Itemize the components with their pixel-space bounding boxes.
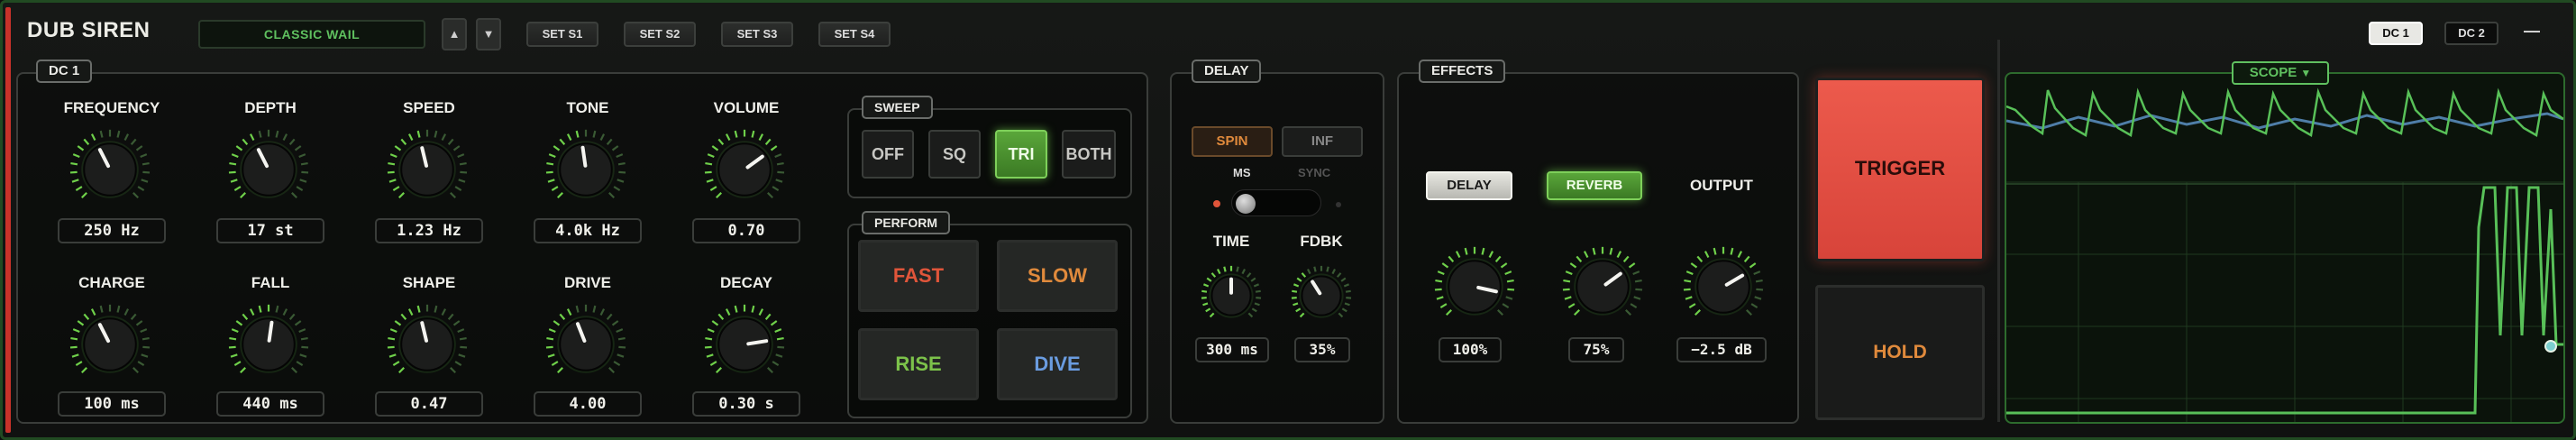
sweep-tab: SWEEP bbox=[862, 96, 933, 119]
sweep-both-button[interactable]: BOTH bbox=[1062, 130, 1116, 179]
fdbk-value: 35% bbox=[1294, 337, 1350, 362]
fdbk-label: FDBK bbox=[1300, 233, 1343, 250]
set-s2-button[interactable]: SET S2 bbox=[624, 22, 696, 47]
ms-label: MS bbox=[1233, 166, 1251, 179]
decay-knob[interactable] bbox=[701, 301, 788, 392]
fdbk-knob[interactable] bbox=[1289, 263, 1354, 333]
trigger-button[interactable]: TRIGGER bbox=[1815, 78, 1985, 261]
drive-knob[interactable] bbox=[543, 301, 629, 392]
fall-knob[interactable] bbox=[225, 301, 312, 392]
frequency-knob[interactable] bbox=[67, 126, 153, 217]
charge-knob[interactable] bbox=[67, 301, 153, 392]
chevron-down-icon: ▼ bbox=[2300, 67, 2312, 79]
slow-button[interactable]: SLOW bbox=[997, 240, 1118, 312]
reverb-mix-knob[interactable] bbox=[1559, 243, 1646, 335]
speed-value: 1.23 Hz bbox=[375, 218, 483, 243]
hold-button[interactable]: HOLD bbox=[1815, 285, 1985, 420]
charge-value: 100 ms bbox=[58, 391, 166, 417]
set-s1-button[interactable]: SET S1 bbox=[526, 22, 598, 47]
reverb-toggle[interactable]: REVERB bbox=[1547, 171, 1642, 200]
scope-dropdown[interactable]: SCOPE ▼ bbox=[2232, 61, 2329, 85]
volume-value: 0.70 bbox=[692, 218, 800, 243]
dive-button[interactable]: DIVE bbox=[997, 328, 1118, 400]
output-value: −2.5 dB bbox=[1676, 337, 1767, 362]
section-divider bbox=[1997, 40, 2000, 422]
volume-knob[interactable] bbox=[701, 126, 788, 217]
decay-value: 0.30 s bbox=[692, 391, 800, 417]
set-s3-button[interactable]: SET S3 bbox=[721, 22, 793, 47]
effects-tab: EFFECTS bbox=[1419, 60, 1506, 83]
sweep-tri-button[interactable]: TRI bbox=[995, 130, 1047, 179]
sync-led bbox=[1336, 202, 1341, 207]
fall-value: 440 ms bbox=[216, 391, 324, 417]
inf-toggle[interactable]: INF bbox=[1282, 126, 1363, 157]
effects-delay-toggle[interactable]: DELAY bbox=[1426, 171, 1512, 200]
perform-tab: PERFORM bbox=[862, 211, 950, 234]
shape-knob[interactable] bbox=[384, 301, 470, 392]
app-title: DUB SIREN bbox=[27, 18, 151, 42]
fall-label: FALL bbox=[251, 274, 290, 291]
rise-button[interactable]: RISE bbox=[858, 328, 979, 400]
reverb-mix-value: 75% bbox=[1568, 337, 1624, 362]
output-label: OUTPUT bbox=[1690, 177, 1753, 194]
playhead-marker[interactable] bbox=[2544, 340, 2557, 353]
active-indicator bbox=[5, 7, 11, 433]
minimize-button[interactable]: — bbox=[2524, 22, 2540, 41]
decay-label: DECAY bbox=[720, 274, 772, 291]
tone-value: 4.0k Hz bbox=[534, 218, 642, 243]
fast-button[interactable]: FAST bbox=[858, 240, 979, 312]
tone-label: TONE bbox=[566, 99, 609, 116]
speed-label: SPEED bbox=[403, 99, 455, 116]
drive-label: DRIVE bbox=[564, 274, 611, 291]
shape-label: SHAPE bbox=[402, 274, 456, 291]
green-waveform bbox=[2006, 87, 2563, 137]
delay-tab: DELAY bbox=[1192, 60, 1262, 83]
preset-up-button[interactable]: ▲ bbox=[442, 18, 467, 50]
delay-mix-value: 100% bbox=[1439, 337, 1502, 362]
frequency-value: 250 Hz bbox=[58, 218, 166, 243]
shape-value: 0.47 bbox=[375, 391, 483, 417]
up-arrow-icon: ▲ bbox=[448, 27, 461, 41]
depth-label: DEPTH bbox=[244, 99, 297, 116]
sweep-sq-button[interactable]: SQ bbox=[928, 130, 981, 179]
set-s4-button[interactable]: SET S4 bbox=[818, 22, 891, 47]
scope-label: SCOPE bbox=[2249, 65, 2297, 80]
envelope-trace bbox=[2006, 186, 2563, 415]
preset-down-button[interactable]: ▼ bbox=[476, 18, 501, 50]
speed-knob[interactable] bbox=[384, 126, 470, 217]
drive-value: 4.00 bbox=[534, 391, 642, 417]
dc1-tab[interactable]: DC 1 bbox=[2369, 22, 2423, 45]
depth-knob[interactable] bbox=[225, 126, 312, 217]
dc-panel-tab[interactable]: DC 1 bbox=[36, 60, 93, 83]
sync-label: SYNC bbox=[1298, 166, 1331, 179]
charge-label: CHARGE bbox=[78, 274, 145, 291]
down-arrow-icon: ▼ bbox=[482, 27, 495, 41]
ms-led bbox=[1213, 200, 1220, 207]
delay-mix-knob[interactable] bbox=[1431, 243, 1518, 335]
ms-sync-switch[interactable] bbox=[1231, 189, 1321, 216]
spin-toggle[interactable]: SPIN bbox=[1192, 126, 1273, 157]
depth-value: 17 st bbox=[216, 218, 324, 243]
scope-display bbox=[2006, 87, 2563, 422]
time-knob[interactable] bbox=[1199, 263, 1264, 333]
tone-knob[interactable] bbox=[543, 126, 629, 217]
sweep-off-button[interactable]: OFF bbox=[862, 130, 914, 179]
preset-selector[interactable]: CLASSIC WAIL bbox=[198, 20, 425, 49]
output-knob[interactable] bbox=[1680, 243, 1767, 335]
time-value: 300 ms bbox=[1195, 337, 1269, 362]
volume-label: VOLUME bbox=[713, 99, 780, 116]
dc2-tab[interactable]: DC 2 bbox=[2444, 22, 2498, 45]
frequency-label: FREQUENCY bbox=[63, 99, 160, 116]
